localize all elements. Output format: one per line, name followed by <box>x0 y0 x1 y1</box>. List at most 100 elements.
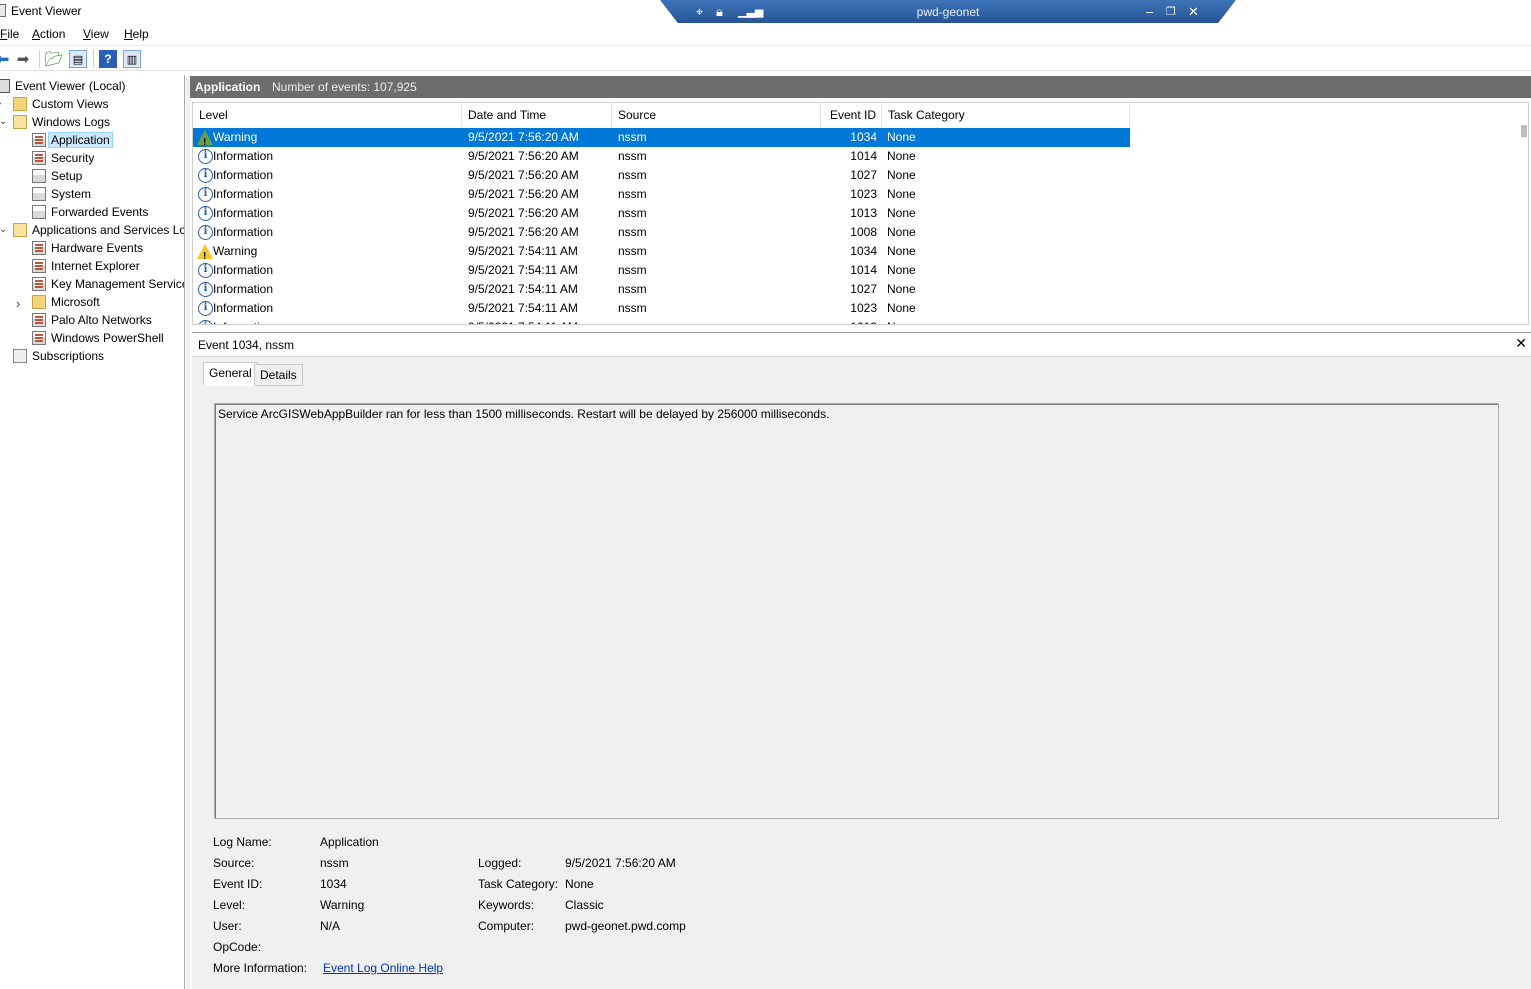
source-label: Source: <box>213 856 255 870</box>
tree-item-setup[interactable]: Setup <box>32 167 82 185</box>
scrollbar-thumb[interactable] <box>1521 125 1527 137</box>
cell-task-category: None <box>887 187 916 201</box>
collapse-arrow-icon[interactable]: ⌄ <box>0 116 7 127</box>
expand-arrow-icon[interactable]: › <box>0 98 1 109</box>
tree-item-internet-explorer[interactable]: Internet Explorer <box>32 257 140 275</box>
cell-source: nssm <box>618 318 647 324</box>
close-icon[interactable]: ✕ <box>1515 335 1527 352</box>
cell-event-id: 1013 <box>821 318 877 324</box>
information-icon: i <box>198 149 213 164</box>
computer-value: pwd-geonet.pwd.comp <box>565 919 686 933</box>
table-row[interactable]: i Information 9/5/2021 7:56:20 AM nssm 1027 N… <box>193 166 1130 185</box>
tree-item-windows-powershell[interactable]: Windows PowerShell <box>32 329 164 347</box>
help-icon[interactable]: ? <box>99 50 117 68</box>
minimize-icon[interactable]: – <box>1146 4 1153 20</box>
cell-source: nssm <box>618 282 647 296</box>
up-folder-icon[interactable]: 📂︎ <box>44 50 63 68</box>
show-hide-tree-icon[interactable]: ▤ <box>69 50 87 68</box>
table-row[interactable]: Warning 9/5/2021 7:56:20 AM nssm 1034 None <box>193 128 1130 152</box>
cell-date-time: 9/5/2021 7:54:11 AM <box>468 301 578 315</box>
log-name: Application <box>195 80 261 94</box>
event-count: Number of events: 107,925 <box>272 80 417 94</box>
tree-item-windows-logs[interactable]: Windows Logs <box>13 113 110 131</box>
log-icon <box>32 313 46 327</box>
cell-event-id: 1014 <box>850 149 877 163</box>
column-header-level[interactable]: Level <box>193 103 462 128</box>
table-row[interactable]: i Information 9/5/2021 7:54:11 AM nssm 1027 N… <box>193 280 1130 299</box>
cell-date-time: 9/5/2021 7:56:20 AM <box>468 206 579 220</box>
column-header-date-time[interactable]: Date and Time <box>462 103 612 128</box>
column-header-task-category[interactable]: Task Category <box>882 103 1130 128</box>
table-row[interactable]: Warning 9/5/2021 7:54:11 AM nssm 1034 None <box>193 242 1130 266</box>
pane-splitter[interactable] <box>186 75 190 989</box>
back-icon[interactable]: ⬅ <box>0 50 12 68</box>
tree-item-security[interactable]: Security <box>32 149 94 167</box>
menu-view[interactable]: View <box>83 27 109 41</box>
forward-icon[interactable]: ➡ <box>14 50 32 68</box>
level-value: Warning <box>320 898 365 912</box>
user-value: N/A <box>320 919 341 933</box>
tree-item-subscriptions[interactable]: Subscriptions <box>13 347 104 365</box>
tree-item-key-management-service[interactable]: Key Management Service <box>32 275 184 293</box>
tree-item-applications-and-services[interactable]: Applications and Services Lo <box>13 221 184 239</box>
cell-task-category: None <box>887 225 916 239</box>
table-row[interactable]: i Information 9/5/2021 7:56:20 AM nssm 1023 N… <box>193 185 1130 204</box>
log-icon <box>32 331 46 345</box>
tab-general[interactable]: General <box>203 362 258 386</box>
task-category-label: Task Category: <box>478 877 559 891</box>
tree-item-application[interactable]: Application <box>32 131 113 149</box>
event-log-online-help-link[interactable]: Event Log Online Help <box>323 961 443 975</box>
action-pane-icon[interactable]: ▥ <box>123 50 141 68</box>
event-description-box[interactable]: Service ArcGISWebAppBuilder ran for less… <box>214 403 1499 819</box>
task-category-value: None <box>565 877 594 891</box>
expand-arrow-icon[interactable]: › <box>16 296 20 311</box>
table-row[interactable]: i Information 9/5/2021 7:54:11 AM nssm 1014 N… <box>193 261 1130 280</box>
log-icon <box>32 151 46 165</box>
tree-item-palo-alto-networks[interactable]: Palo Alto Networks <box>32 311 152 329</box>
menu-action[interactable]: Action <box>32 27 65 41</box>
cell-level: Warning <box>213 244 258 258</box>
table-row[interactable]: i Information 9/5/2021 7:54:11 AM nssm 1023 N… <box>193 299 1130 318</box>
close-icon[interactable]: ✕ <box>1188 4 1199 20</box>
tree-item-system[interactable]: System <box>32 185 91 203</box>
cell-date-time: 9/5/2021 7:56:20 AM <box>468 225 579 239</box>
cell-date-time: 9/5/2021 7:56:20 AM <box>468 149 579 163</box>
column-header-event-id[interactable]: Event ID <box>821 103 882 128</box>
menu-file[interactable]: File <box>0 27 19 41</box>
cell-date-time: 9/5/2021 7:56:20 AM <box>468 187 579 201</box>
cell-date-time: 9/5/2021 7:54:11 AM <box>468 318 578 324</box>
table-row[interactable]: i Information 9/5/2021 7:56:20 AM nssm 1013 N… <box>193 204 1130 223</box>
tree-item-custom-views[interactable]: Custom Views <box>13 95 108 113</box>
log-name-value: Application <box>320 835 379 849</box>
events-grid: Level Date and Time Source Event ID Task… <box>192 102 1529 325</box>
cell-source: nssm <box>618 301 647 315</box>
table-row[interactable]: i Information 9/5/2021 7:56:20 AM nssm 1014 N… <box>193 147 1130 166</box>
event-id-label: Event ID: <box>213 877 263 891</box>
cell-event-id: 1027 <box>850 168 877 182</box>
column-header-source[interactable]: Source <box>612 103 821 128</box>
cell-source: nssm <box>618 225 647 239</box>
folder-icon <box>13 97 27 111</box>
table-row[interactable]: i Information 9/5/2021 7:56:20 AM nssm 1008 N… <box>193 223 1130 242</box>
tree-item-microsoft[interactable]: Microsoft <box>32 293 100 311</box>
restore-icon[interactable]: ❐ <box>1166 4 1176 20</box>
detail-title: Event 1034, nssm <box>198 338 295 352</box>
tree-item-root[interactable]: Event Viewer (Local) <box>0 77 126 95</box>
collapse-arrow-icon[interactable]: ⌄ <box>0 224 7 235</box>
cell-task-category: None <box>887 318 916 324</box>
grid-scrollbar[interactable] <box>1520 103 1528 324</box>
tree-item-hardware-events[interactable]: Hardware Events <box>32 239 143 257</box>
cell-level: Information <box>213 225 274 239</box>
cell-task-category: None <box>887 244 916 258</box>
log-name-label: Log Name: <box>213 835 272 849</box>
menu-help[interactable]: Help <box>124 27 149 41</box>
cell-level: Information <box>213 187 274 201</box>
tree-item-forwarded-events[interactable]: Forwarded Events <box>32 203 148 221</box>
log-icon <box>32 277 46 291</box>
cell-level: Information <box>213 301 274 315</box>
cell-task-category: None <box>887 149 916 163</box>
table-row[interactable]: iInformation 9/5/2021 7:54:11 AM nssm 1013 N… <box>193 318 1130 324</box>
tab-details[interactable]: Details <box>254 364 303 386</box>
folder-open-icon <box>13 223 27 237</box>
more-info-label: More Information: <box>213 961 308 975</box>
